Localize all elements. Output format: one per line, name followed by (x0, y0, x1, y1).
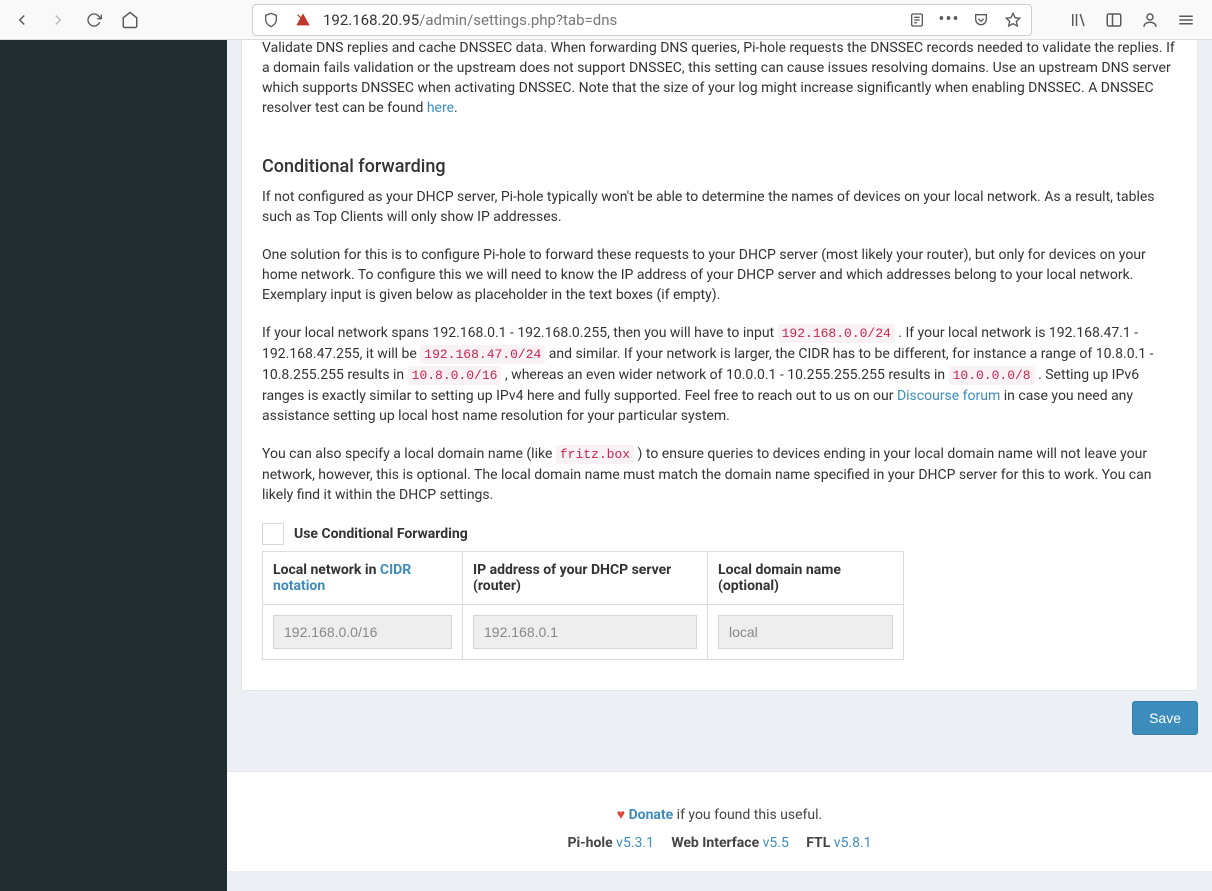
ftl-version-link[interactable]: v5.8.1 (834, 835, 872, 851)
table-header-dhcp: IP address of your DHCP server (router) (463, 552, 708, 605)
ftl-label: FTL (806, 835, 834, 851)
cf-paragraph-3: If your local network spans 192.168.0.1 … (262, 323, 1177, 426)
heart-icon: ♥ (617, 807, 625, 823)
pihole-version-link[interactable]: v5.3.1 (616, 835, 654, 851)
settings-card: Use DNSSEC Validate DNS replies and cach… (241, 40, 1198, 691)
conditional-forwarding-checkbox[interactable] (262, 523, 284, 545)
save-button[interactable]: Save (1132, 701, 1198, 735)
url-text: 192.168.20.95/admin/settings.php?tab=dns (323, 11, 897, 29)
content-scroll[interactable]: Use DNSSEC Validate DNS replies and cach… (227, 40, 1212, 891)
conditional-forwarding-heading: Conditional forwarding (262, 156, 1177, 177)
pocket-icon[interactable] (969, 8, 993, 32)
dhcp-server-input[interactable] (473, 615, 697, 649)
hamburger-menu-icon[interactable] (1174, 8, 1198, 32)
donate-link[interactable]: Donate (629, 807, 674, 823)
local-network-input[interactable] (273, 615, 452, 649)
dnssec-here-link[interactable]: here (427, 100, 454, 116)
cf-paragraph-2: One solution for this is to configure Pi… (262, 245, 1177, 305)
tracking-shield-icon[interactable] (259, 8, 283, 32)
reader-mode-icon[interactable] (905, 8, 929, 32)
donate-tail: if you found this useful. (673, 807, 822, 823)
toolbar-right (1066, 8, 1204, 32)
cidr-example-1: 192.168.0.0/24 (778, 324, 895, 343)
web-interface-label: Web Interface (671, 835, 762, 851)
url-host: 192.168.20.95 (323, 11, 419, 29)
page-footer: ♥ Donate if you found this useful. Pi-ho… (227, 771, 1212, 871)
cidr-example-4: 10.0.0.0/8 (949, 366, 1035, 385)
page-actions-icon[interactable]: ••• (937, 8, 961, 32)
home-button[interactable] (116, 6, 144, 34)
cidr-example-2: 192.168.47.0/24 (420, 345, 545, 364)
cf-paragraph-4: You can also specify a local domain name… (262, 444, 1177, 505)
url-bar[interactable]: 192.168.20.95/admin/settings.php?tab=dns… (252, 4, 1032, 36)
cf-paragraph-1: If not configured as your DHCP server, P… (262, 187, 1177, 227)
sidebar-toggle-icon[interactable] (1102, 8, 1126, 32)
nav-forward-button[interactable] (44, 6, 72, 34)
discourse-forum-link[interactable]: Discourse forum (897, 388, 1000, 404)
insecure-icon[interactable] (291, 8, 315, 32)
table-header-cidr: Local network in CIDR notation (263, 552, 463, 605)
account-icon[interactable] (1138, 8, 1162, 32)
pihole-label: Pi-hole (567, 835, 616, 851)
local-domain-input[interactable] (718, 615, 893, 649)
table-header-domain: Local domain name (optional) (708, 552, 903, 605)
library-icon[interactable] (1066, 8, 1090, 32)
left-sidebar (0, 40, 227, 891)
url-path: /admin/settings.php?tab=dns (419, 11, 617, 29)
reload-button[interactable] (80, 6, 108, 34)
conditional-forwarding-table: Local network in CIDR notation IP addres… (262, 551, 904, 660)
nav-back-button[interactable] (8, 6, 36, 34)
local-domain-example: fritz.box (556, 445, 634, 464)
browser-toolbar: 192.168.20.95/admin/settings.php?tab=dns… (0, 0, 1212, 40)
bookmark-star-icon[interactable] (1001, 8, 1025, 32)
web-version-link[interactable]: v5.5 (763, 835, 789, 851)
conditional-forwarding-checkbox-label: Use Conditional Forwarding (294, 526, 468, 542)
dnssec-description: Validate DNS replies and cache DNSSEC da… (262, 40, 1177, 118)
cidr-example-3: 10.8.0.0/16 (408, 366, 502, 385)
